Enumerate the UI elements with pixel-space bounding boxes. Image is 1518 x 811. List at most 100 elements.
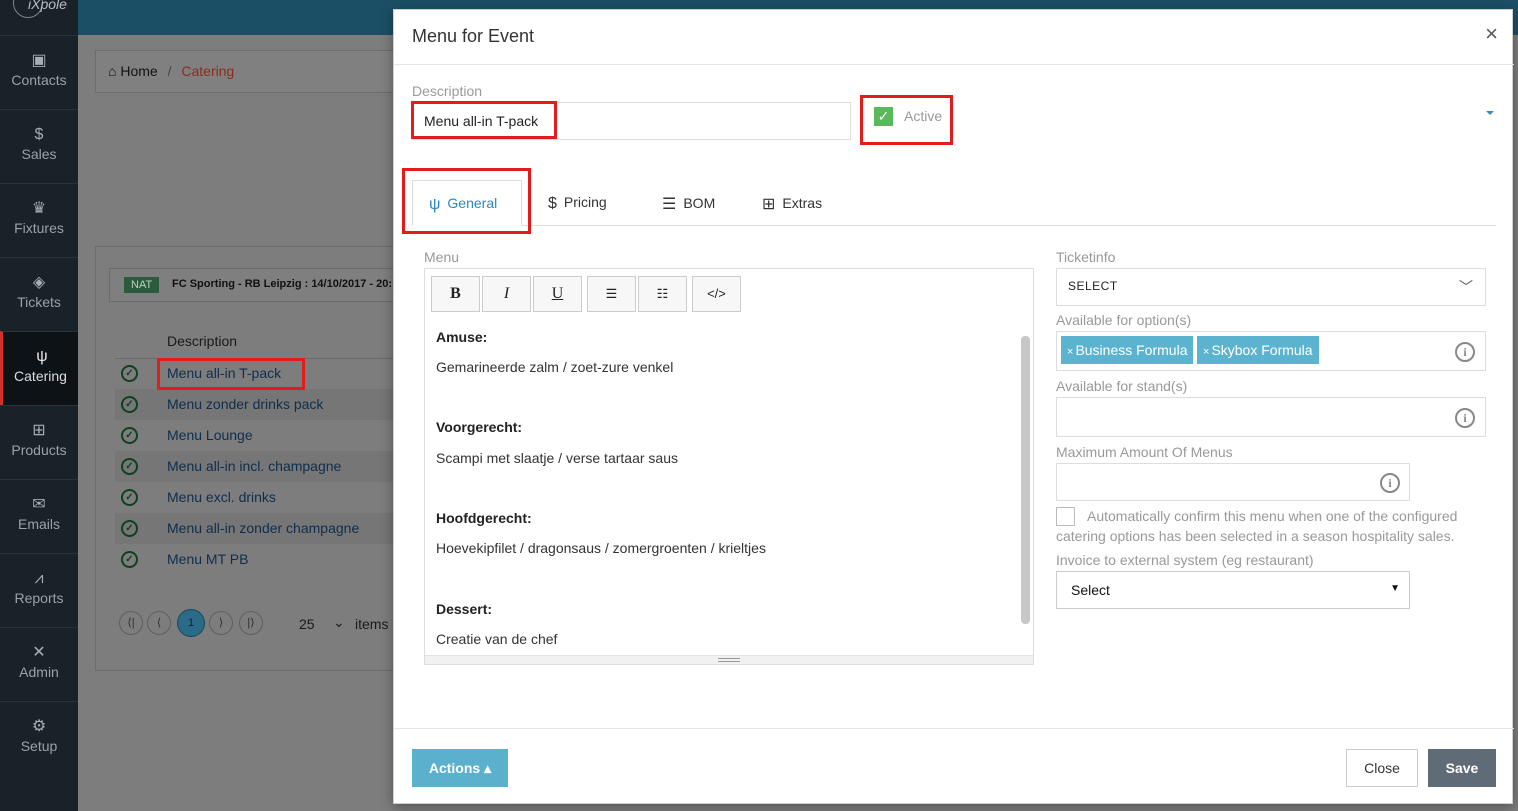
items-label: items: [355, 616, 389, 632]
max-menus-input[interactable]: i: [1056, 463, 1410, 501]
options-label: Available for option(s): [1056, 312, 1192, 328]
table-row[interactable]: ✓ Menu zonder drinks pack: [115, 389, 395, 420]
table-row[interactable]: ✓ Menu excl. drinks: [115, 482, 395, 513]
sidebar-item-products[interactable]: ⊞ Products: [0, 405, 78, 479]
ticketinfo-select[interactable]: SELECT ﹀: [1056, 268, 1486, 306]
option-tag[interactable]: × Business Formula: [1061, 336, 1194, 364]
cutlery-icon: ψ: [36, 348, 48, 365]
pager-next-button[interactable]: ⟩: [209, 611, 233, 635]
menu-course-text: Hoevekipfilet / dragonsaus / zomergroent…: [436, 540, 766, 556]
breadcrumb-home[interactable]: Home: [120, 63, 157, 79]
pager-last-button[interactable]: |⟩: [239, 611, 263, 635]
sidebar-item-label: Admin: [19, 664, 59, 680]
close-button[interactable]: Close: [1346, 749, 1418, 787]
invoice-select[interactable]: Select ▼: [1056, 571, 1410, 609]
modal-title: Menu for Event: [412, 26, 535, 46]
breadcrumb: ⌂ Home / Catering: [108, 63, 234, 79]
row-label[interactable]: Menu Lounge: [167, 427, 253, 443]
pager-page-1[interactable]: 1: [177, 609, 205, 637]
column-header-description[interactable]: Description: [167, 333, 237, 349]
row-label[interactable]: Menu zonder drinks pack: [167, 396, 323, 412]
underline-button[interactable]: U: [533, 276, 582, 312]
menu-course-heading: Dessert:: [436, 601, 493, 617]
menu-editor[interactable]: B I U ☰ ☷ </> Amuse: Gemarineerde zalm /…: [424, 268, 1034, 665]
cutlery-icon: ψ: [429, 196, 441, 213]
row-label[interactable]: Menu MT PB: [167, 551, 248, 567]
app-logo[interactable]: iXpole: [0, 0, 78, 35]
table-row[interactable]: ✓ Menu all-in T-pack: [115, 358, 395, 389]
table-row[interactable]: ✓ Menu all-in incl. champagne: [115, 451, 395, 482]
option-tag[interactable]: × Skybox Formula: [1197, 336, 1319, 364]
sidebar-item-admin[interactable]: ✕ Admin: [0, 627, 78, 701]
check-circle-icon: ✓: [121, 365, 138, 382]
row-label[interactable]: Menu all-in zonder champagne: [167, 520, 359, 536]
description-input[interactable]: Menu all-in T-pack: [412, 102, 851, 140]
sidebar-item-contacts[interactable]: ▣ Contacts: [0, 35, 78, 109]
sidebar-item-setup[interactable]: ⚙ Setup: [0, 701, 78, 775]
modal-footer: Actions ▴ Close Save: [394, 728, 1514, 805]
row-label[interactable]: Menu all-in incl. champagne: [167, 458, 341, 474]
stands-label: Available for stand(s): [1056, 378, 1188, 394]
table-row[interactable]: ✓ Menu MT PB: [115, 544, 395, 575]
description-label: Description: [412, 83, 483, 99]
remove-tag-icon[interactable]: ×: [1203, 346, 1209, 358]
stands-multiselect[interactable]: i: [1056, 397, 1486, 437]
table-row[interactable]: ✓ Menu all-in zonder champagne: [115, 513, 395, 544]
tab-label: BOM: [683, 195, 716, 211]
editor-scrollbar[interactable]: [1021, 336, 1030, 624]
sidebar-item-label: Contacts: [11, 72, 67, 88]
tab-label: Extras: [782, 195, 823, 211]
editor-resize-handle[interactable]: [425, 655, 1033, 664]
italic-button[interactable]: I: [482, 276, 531, 312]
caret-down-icon: ▼: [1390, 583, 1400, 594]
menu-course-heading: Hoofdgerecht:: [436, 510, 532, 526]
check-circle-icon: ✓: [121, 427, 138, 444]
grip-icon: [718, 658, 740, 662]
info-icon[interactable]: i: [1455, 342, 1475, 362]
chart-icon: ⩘: [34, 570, 44, 587]
pager-first-button[interactable]: ⟨|: [119, 611, 143, 635]
tab-general[interactable]: ψ General: [412, 180, 522, 226]
info-icon[interactable]: i: [1380, 473, 1400, 493]
dollar-icon: $: [34, 126, 44, 143]
active-label: Active: [904, 108, 943, 124]
options-multiselect[interactable]: × Business Formula × Skybox Formula i: [1056, 331, 1486, 371]
tab-bom[interactable]: ☰ BOM: [662, 180, 715, 226]
menu-course-text: Scampi met slaatje / verse tartaar saus: [436, 450, 678, 466]
close-icon[interactable]: ×: [1485, 21, 1498, 47]
remove-tag-icon[interactable]: ×: [1067, 346, 1073, 358]
sidebar-item-sales[interactable]: $ Sales: [0, 109, 78, 183]
info-icon[interactable]: i: [1455, 408, 1475, 428]
actions-button[interactable]: Actions ▴: [412, 749, 508, 787]
active-checkbox[interactable]: ✓: [874, 107, 893, 126]
numbered-list-button[interactable]: ☷: [638, 276, 687, 312]
menu-course-heading: Voorgerecht:: [436, 419, 523, 435]
page-size-select[interactable]: 25: [299, 616, 315, 632]
pager-prev-button[interactable]: ⟨: [147, 611, 171, 635]
sidebar-item-label: Emails: [17, 516, 60, 532]
table-row[interactable]: ✓ Menu Lounge: [115, 420, 395, 451]
code-view-button[interactable]: </>: [692, 276, 741, 312]
sidebar-item-fixtures[interactable]: ♛ Fixtures: [0, 183, 78, 257]
max-menus-label: Maximum Amount Of Menus: [1056, 444, 1233, 460]
bullet-list-button[interactable]: ☰: [587, 276, 636, 312]
sidebar-item-tickets[interactable]: ◈ Tickets: [0, 257, 78, 331]
chevron-down-icon[interactable]: ⌄: [333, 614, 345, 631]
save-button[interactable]: Save: [1428, 749, 1496, 787]
tab-extras[interactable]: ⊞ Extras: [762, 180, 822, 226]
sidebar-item-catering[interactable]: ψ Catering: [0, 331, 78, 405]
ticketinfo-label: Ticketinfo: [1056, 249, 1116, 265]
sidebar-item-emails[interactable]: ✉ Emails: [0, 479, 78, 553]
sidebar-item-label: Products: [11, 442, 67, 458]
event-title: FC Sporting - RB Leipzig : 14/10/2017 - …: [172, 278, 393, 290]
sidebar-item-reports[interactable]: ⩘ Reports: [0, 553, 78, 627]
logo-text: iXpole: [28, 0, 67, 12]
row-label[interactable]: Menu all-in T-pack: [167, 365, 281, 381]
ticketinfo-value: SELECT: [1068, 279, 1118, 293]
row-label[interactable]: Menu excl. drinks: [167, 489, 276, 505]
ticket-icon: ◈: [32, 274, 46, 291]
tab-pricing[interactable]: $ Pricing: [548, 180, 607, 226]
menu-for-event-modal: Menu for Event × Description Menu all-in…: [393, 9, 1514, 805]
caret-down-icon[interactable]: [1486, 111, 1494, 115]
bold-button[interactable]: B: [431, 276, 480, 312]
